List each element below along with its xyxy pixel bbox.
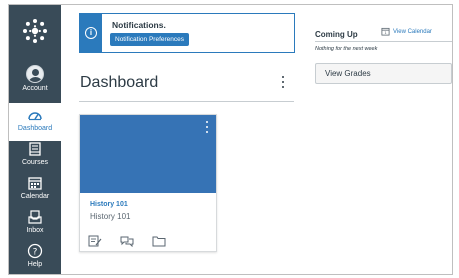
card-options-icon[interactable] [204, 121, 210, 133]
svg-text:1: 1 [384, 31, 386, 35]
nav-item-courses[interactable]: Courses [9, 137, 61, 175]
calendar-small-icon: 1 [381, 27, 390, 36]
app-window: Account Dashboard Courses Calendar Inbox… [8, 4, 453, 275]
assignments-icon[interactable] [88, 235, 102, 247]
divider [315, 41, 452, 42]
course-card-actions [88, 235, 166, 247]
course-card[interactable]: History 101 History 101 [79, 114, 217, 252]
nav-item-dashboard[interactable]: Dashboard [9, 103, 61, 141]
nav-label-inbox: Inbox [26, 227, 44, 234]
notification-title: Notifications. [112, 20, 166, 30]
coming-up-empty-text: Nothing for the next week [315, 46, 378, 52]
course-name-link[interactable]: History 101 [90, 201, 128, 208]
canvas-logo[interactable] [9, 5, 61, 57]
global-nav: Account Dashboard Courses Calendar Inbox… [9, 5, 61, 274]
nav-label-courses: Courses [21, 159, 49, 166]
nav-item-inbox[interactable]: Inbox [9, 205, 61, 243]
inbox-icon [28, 210, 42, 224]
nav-label-account: Account [22, 85, 48, 92]
notification-banner: i Notifications. Notification Preference… [79, 13, 295, 53]
course-card-hero[interactable] [80, 115, 216, 193]
nav-label-help: Help [27, 261, 43, 268]
calendar-icon [28, 177, 42, 190]
nav-item-help[interactable]: ? Help [9, 239, 61, 274]
info-icon: i [80, 14, 102, 52]
discussions-icon[interactable] [120, 235, 134, 247]
dashboard-options-icon[interactable] [279, 75, 287, 89]
notification-preferences-button[interactable]: Notification Preferences [110, 33, 190, 46]
coming-up-heading: Coming Up [315, 30, 358, 39]
help-icon: ? [27, 243, 43, 259]
canvas-logo-icon [23, 19, 47, 43]
files-icon[interactable] [152, 235, 166, 247]
view-calendar-label: View Calendar [393, 28, 432, 35]
avatar [26, 65, 44, 83]
nav-label-dashboard: Dashboard [17, 125, 53, 132]
nav-item-calendar[interactable]: Calendar [9, 171, 61, 209]
dashboard-icon [28, 112, 42, 121]
view-calendar-link[interactable]: 1 View Calendar [381, 27, 432, 36]
page-title: Dashboard [80, 74, 159, 91]
nav-label-calendar: Calendar [20, 193, 50, 200]
divider [79, 101, 294, 102]
svg-text:?: ? [33, 248, 38, 258]
course-code: History 101 [90, 212, 131, 221]
nav-item-account[interactable]: Account [9, 61, 61, 99]
courses-icon [29, 142, 41, 156]
view-grades-button[interactable]: View Grades [315, 63, 452, 84]
